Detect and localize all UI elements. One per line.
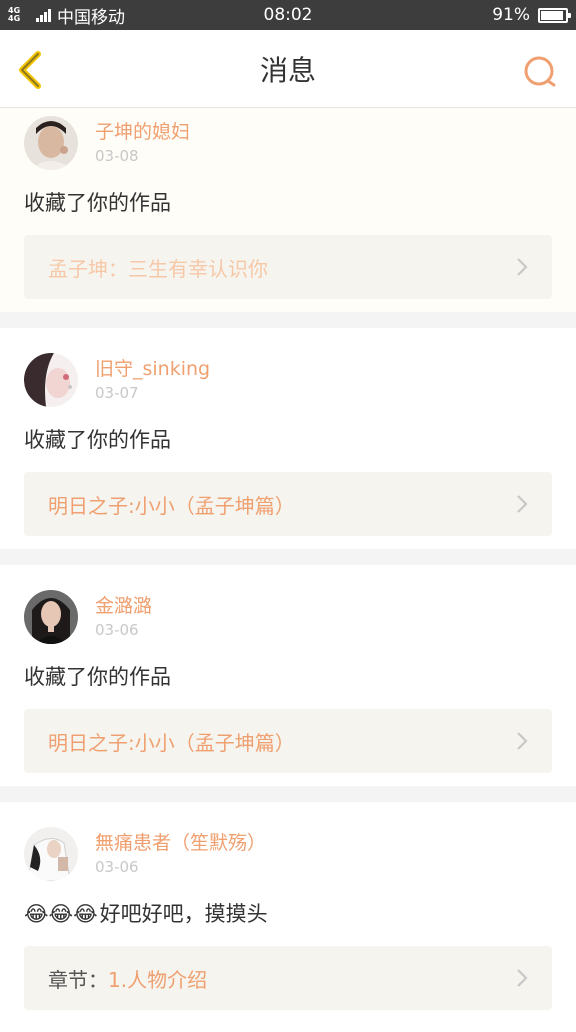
chapter-title: 1.人物介绍	[108, 967, 208, 992]
user-name[interactable]: 旧守_sinking	[95, 357, 210, 381]
avatar[interactable]	[24, 590, 78, 644]
search-icon	[524, 56, 556, 87]
user-name[interactable]: 無痛患者（笙默殇）	[95, 831, 266, 855]
battery-percent: 91%	[492, 5, 530, 25]
message-text-content: 好吧好吧，摸摸头	[99, 902, 268, 926]
chevron-left-icon	[19, 51, 41, 89]
user-meta: 旧守_sinking 03-07	[95, 353, 210, 404]
chevron-right-icon	[517, 969, 528, 987]
work-title: 明日之子:小小（孟子坤篇）	[48, 493, 295, 518]
network-type: 4G 4G	[8, 6, 21, 23]
status-right: 91%	[492, 5, 571, 25]
user-name[interactable]: 金潞潞	[95, 594, 152, 618]
chevron-right-icon	[517, 732, 528, 750]
message-text: 收藏了你的作品	[24, 665, 171, 689]
message-text: 收藏了你的作品	[24, 191, 171, 215]
work-link[interactable]: 明日之子:小小（孟子坤篇）	[24, 709, 552, 773]
page-title: 消息	[259, 53, 316, 87]
user-name[interactable]: 子坤的媳妇	[95, 120, 190, 144]
chapter-label: 章节：	[48, 967, 108, 992]
message-card: 金潞潞 03-06 收藏了你的作品 明日之子:小小（孟子坤篇）	[0, 565, 576, 786]
message-text: 😂😂😂 好吧好吧，摸摸头	[24, 899, 552, 929]
battery-icon	[538, 7, 571, 23]
signal-icon	[36, 8, 51, 22]
avatar-image	[24, 590, 78, 644]
carrier-name: 中国移动	[57, 7, 125, 28]
avatar[interactable]	[24, 116, 78, 170]
message-date: 03-06	[95, 621, 139, 639]
avatar-image	[24, 827, 78, 881]
avatar[interactable]	[24, 827, 78, 881]
chevron-right-icon	[517, 495, 528, 513]
chapter-link[interactable]: 章节： 1.人物介绍	[24, 946, 552, 1010]
back-button[interactable]	[12, 50, 52, 90]
status-left: 4G 4G 中国移动	[8, 3, 125, 28]
user-meta: 無痛患者（笙默殇） 03-06	[95, 827, 266, 878]
avatar[interactable]	[24, 353, 78, 407]
message-user: 子坤的媳妇 03-08	[24, 108, 552, 170]
avatar-image	[24, 353, 78, 407]
message-list: 子坤的媳妇 03-08 收藏了你的作品 孟子坤：三生有幸认识你 旧守_sinki…	[0, 108, 576, 1032]
message-date: 03-08	[95, 147, 139, 165]
divider	[0, 786, 576, 802]
divider	[0, 549, 576, 565]
message-card: 子坤的媳妇 03-08 收藏了你的作品 孟子坤：三生有幸认识你	[0, 108, 576, 312]
nav-bar: 消息	[0, 30, 576, 108]
work-title: 孟子坤：三生有幸认识你	[48, 256, 268, 281]
message-user: 無痛患者（笙默殇） 03-06	[24, 819, 552, 881]
message-user: 旧守_sinking 03-07	[24, 345, 552, 407]
message-user: 金潞潞 03-06	[24, 582, 552, 644]
battery-level	[541, 10, 563, 20]
message-card: 無痛患者（笙默殇） 03-06 😂😂😂 好吧好吧，摸摸头 章节： 1.人物介绍	[0, 802, 576, 1032]
status-bar: 4G 4G 中国移动 08:02 91%	[0, 0, 576, 30]
user-meta: 子坤的媳妇 03-08	[95, 116, 190, 167]
emoji-laughing-icon: 😂😂😂	[24, 902, 98, 926]
divider	[0, 312, 576, 328]
avatar-image	[24, 116, 78, 170]
work-link[interactable]: 孟子坤：三生有幸认识你	[24, 235, 552, 299]
chevron-right-icon	[517, 258, 528, 276]
work-title: 明日之子:小小（孟子坤篇）	[48, 730, 295, 755]
search-button[interactable]	[522, 54, 558, 90]
message-card: 旧守_sinking 03-07 收藏了你的作品 明日之子:小小（孟子坤篇）	[0, 328, 576, 549]
work-link[interactable]: 明日之子:小小（孟子坤篇）	[24, 472, 552, 536]
message-date: 03-06	[95, 858, 139, 876]
message-date: 03-07	[95, 384, 139, 402]
message-text: 收藏了你的作品	[24, 428, 171, 452]
user-meta: 金潞潞 03-06	[95, 590, 152, 641]
